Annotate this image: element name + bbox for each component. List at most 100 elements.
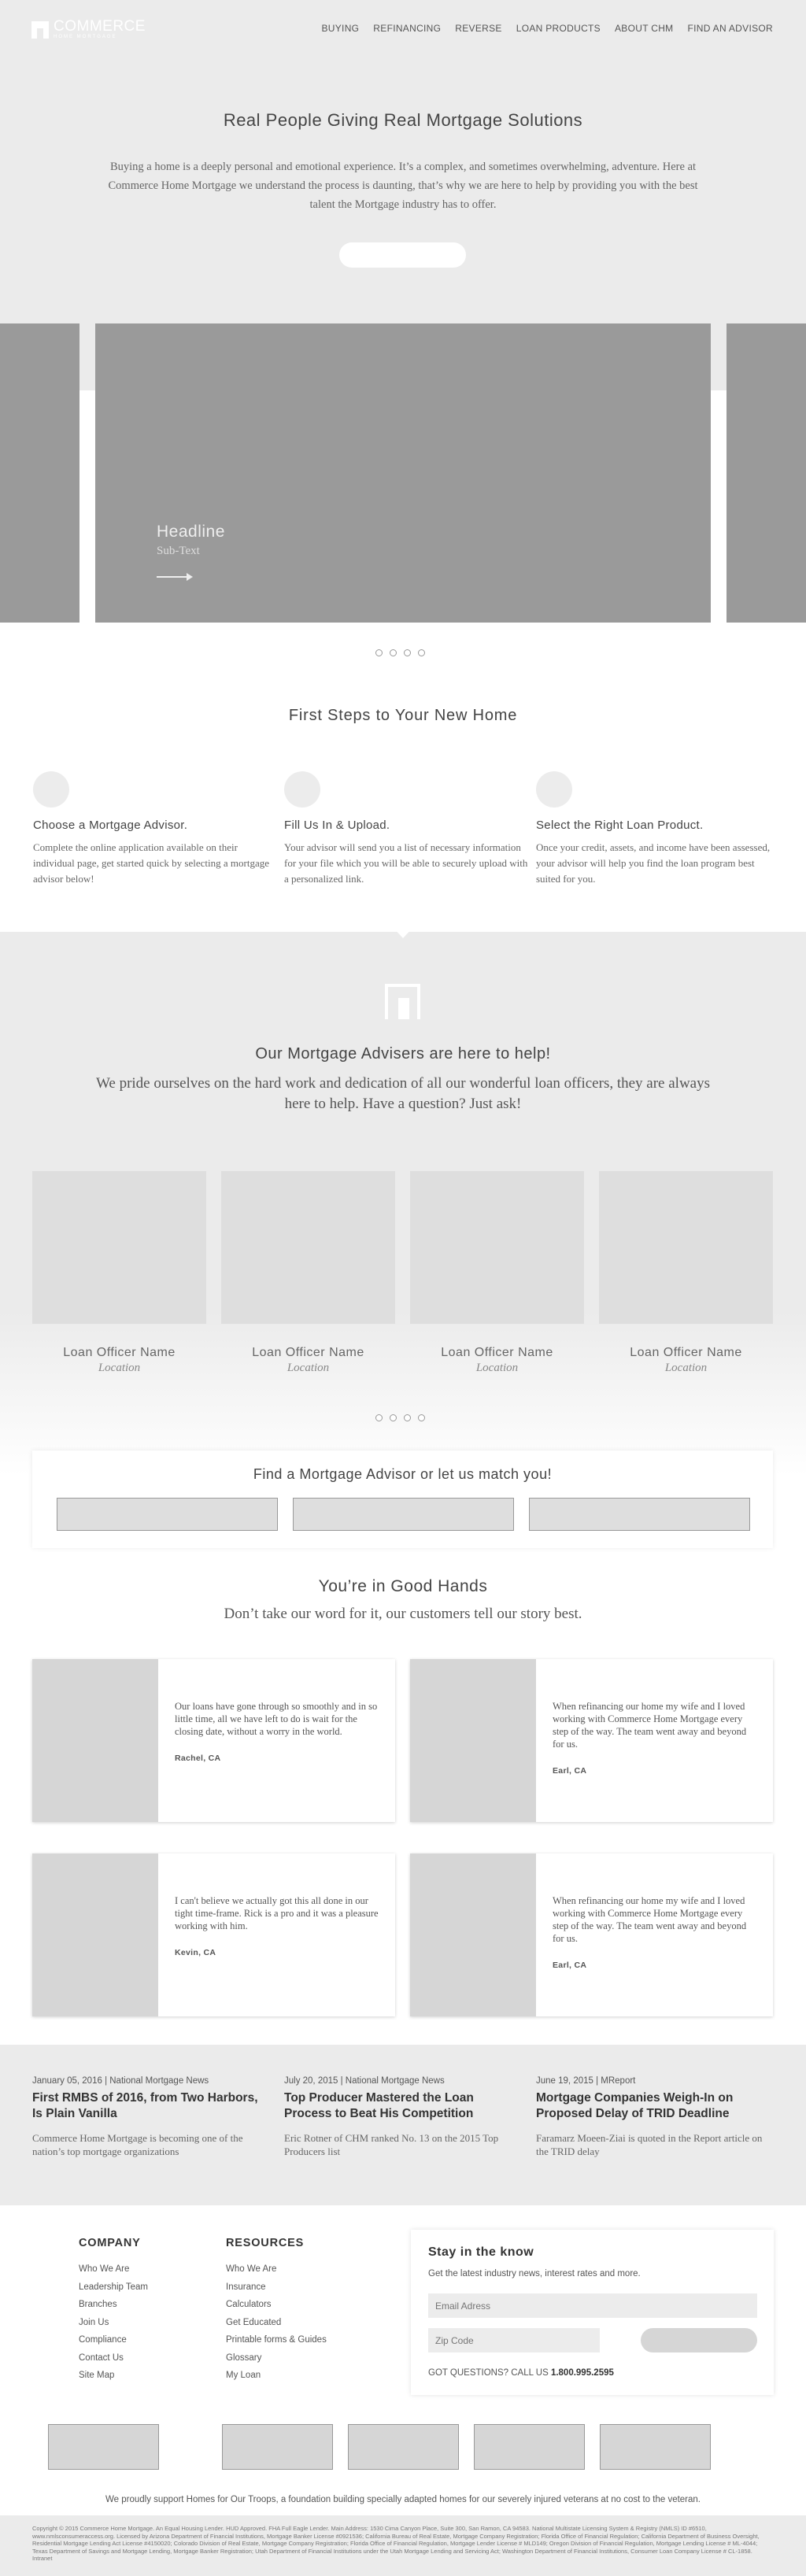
- officer-card[interactable]: Loan Officer Name Location: [221, 1171, 395, 1375]
- newsletter-panel: Stay in the know Get the latest industry…: [411, 2230, 774, 2395]
- nav-buying[interactable]: BUYING: [321, 23, 359, 34]
- nav-about-chm[interactable]: ABOUT CHM: [615, 23, 673, 34]
- contact-label: GOT QUESTIONS? CALL US: [428, 2368, 549, 2378]
- partner-logo[interactable]: [222, 2424, 333, 2470]
- partner-logo[interactable]: [600, 2424, 711, 2470]
- testimonial-author: Rachel, CA: [175, 1754, 221, 1763]
- news-meta: July 20, 2015 | National Mortgage News: [284, 2076, 445, 2086]
- carousel-dot[interactable]: [390, 649, 397, 656]
- home-icon: [385, 984, 420, 1019]
- officer-name: Loan Officer Name: [252, 1346, 364, 1359]
- testimonial-author: Earl, CA: [553, 1961, 587, 1970]
- news-title[interactable]: Top Producer Mastered the Loan Process t…: [284, 2090, 512, 2122]
- officer-location: Location: [287, 1362, 330, 1374]
- match-select-2[interactable]: [293, 1498, 514, 1531]
- footer-link[interactable]: Who We Are: [79, 2260, 148, 2278]
- footer-link[interactable]: Branches: [79, 2296, 148, 2314]
- footer-link[interactable]: Who We Are: [226, 2260, 327, 2278]
- hero-cta-button[interactable]: [339, 242, 466, 268]
- zip-field[interactable]: [428, 2328, 600, 2352]
- step-title: Select the Right Loan Product.: [536, 819, 704, 832]
- news-body: Eric Rotner of CHM ranked No. 13 on the …: [284, 2132, 499, 2157]
- nav-refinancing[interactable]: REFINANCING: [373, 23, 441, 34]
- testimonial-photo: [32, 1659, 158, 1822]
- news-item[interactable]: June 19, 2015 | MReport Mortgage Compani…: [536, 2076, 764, 2158]
- footer-link[interactable]: Insurance: [226, 2278, 327, 2297]
- advisers-body: We pride ourselves on the hard work and …: [95, 1075, 711, 1112]
- footer-link[interactable]: Site Map: [79, 2367, 148, 2385]
- testimonial-card: When refinancing our home my wife and I …: [410, 1659, 773, 1822]
- logo[interactable]: COMMERCE HOME MORTGAGE: [31, 18, 146, 39]
- testimonial-card: Our loans have gone through so smoothly …: [32, 1659, 395, 1822]
- logo-text: COMMERCE: [54, 18, 146, 35]
- newsletter-title: Stay in the know: [428, 2245, 534, 2259]
- newsletter-lead: Get the latest industry news, interest r…: [428, 2269, 641, 2278]
- footer-company: COMPANY Who We Are Leadership Team Branc…: [79, 2237, 148, 2385]
- step-title: Fill Us In & Upload.: [284, 819, 390, 832]
- carousel-dot[interactable]: [418, 649, 425, 656]
- hero-body: Buying a home is a deeply personal and e…: [108, 161, 698, 211]
- news-item[interactable]: January 05, 2016 | National Mortgage New…: [32, 2076, 261, 2158]
- testimonials-title: You’re in Good Hands: [318, 1577, 488, 1595]
- testimonial-quote: Our loans have gone through so smoothly …: [175, 1701, 378, 1737]
- match-title: Find a Mortgage Advisor or let us match …: [253, 1466, 553, 1482]
- match-select-3[interactable]: [529, 1498, 750, 1531]
- footer-link[interactable]: Glossary: [226, 2349, 327, 2367]
- footer-link[interactable]: Calculators: [226, 2296, 327, 2314]
- news-title[interactable]: First RMBS of 2016, from Two Harbors, Is…: [32, 2090, 261, 2122]
- step-body: Once your credit, assets, and income hav…: [536, 841, 771, 885]
- partner-logo[interactable]: [48, 2424, 159, 2470]
- email-field[interactable]: [428, 2293, 757, 2318]
- carousel-dot[interactable]: [375, 1414, 383, 1421]
- footer-link[interactable]: Printable forms & Guides: [226, 2331, 327, 2349]
- footer-resources: RESOURCES Who We Are Insurance Calculato…: [226, 2237, 327, 2385]
- carousel-dot[interactable]: [390, 1414, 397, 1421]
- officer-photo: [410, 1171, 584, 1324]
- testimonial-quote: I can't believe we actually got this all…: [175, 1895, 379, 1931]
- nav-loan-products[interactable]: LOAN PRODUCTS: [516, 23, 601, 34]
- officer-card[interactable]: Loan Officer Name Location: [410, 1171, 584, 1375]
- footer-link[interactable]: Compliance: [79, 2331, 148, 2349]
- footer-link[interactable]: Leadership Team: [79, 2278, 148, 2297]
- carousel-dot[interactable]: [404, 1414, 411, 1421]
- officer-photo: [32, 1171, 206, 1324]
- officer-location: Location: [475, 1362, 519, 1374]
- arrow-right-icon[interactable]: [157, 573, 193, 581]
- partner-logo[interactable]: [348, 2424, 459, 2470]
- hero-title: Real People Giving Real Mortgage Solutio…: [223, 110, 583, 130]
- officer-card[interactable]: Loan Officer Name Location: [599, 1171, 773, 1375]
- footer-link[interactable]: Contact Us: [79, 2349, 148, 2367]
- logo-subtext: HOME MORTGAGE: [54, 35, 117, 39]
- officer-photo: [599, 1171, 773, 1324]
- phone-number[interactable]: 1.800.995.2595: [551, 2368, 614, 2378]
- match-select-1[interactable]: [57, 1498, 278, 1531]
- nav-reverse[interactable]: REVERSE: [455, 23, 501, 34]
- news-item[interactable]: July 20, 2015 | National Mortgage News T…: [284, 2076, 512, 2158]
- footer-link[interactable]: Get Educated: [226, 2314, 327, 2332]
- carousel-slide-prev[interactable]: [0, 323, 79, 623]
- footer-link[interactable]: My Loan: [226, 2367, 327, 2385]
- testimonial-card: When refinancing our home my wife and I …: [410, 1853, 773, 2016]
- slide-subtext: Sub-Text: [157, 545, 200, 557]
- carousel-dot[interactable]: [375, 649, 383, 656]
- steps-title: First Steps to Your New Home: [288, 707, 518, 724]
- officer-card[interactable]: Loan Officer Name Location: [32, 1171, 206, 1375]
- nav-find-advisor[interactable]: FIND AN ADVISOR: [687, 23, 773, 34]
- footer-link[interactable]: Join Us: [79, 2314, 148, 2332]
- partner-logo[interactable]: [474, 2424, 585, 2470]
- news-title[interactable]: Mortgage Companies Weigh-In on Proposed …: [536, 2090, 764, 2122]
- officer-carousel-dots: [375, 1414, 425, 1421]
- contact-line: GOT QUESTIONS? CALL US 1.800.995.2595: [428, 2368, 614, 2378]
- news-meta: June 19, 2015 | MReport: [536, 2076, 636, 2086]
- step-body: Complete the online application availabl…: [33, 841, 269, 885]
- legal-text: Copyright © 2015 Commerce Home Mortgage.…: [32, 2525, 760, 2562]
- carousel-dot[interactable]: [418, 1414, 425, 1421]
- carousel-slide-next[interactable]: [727, 323, 806, 623]
- home-logo-icon: [31, 20, 49, 39]
- carousel-dots: [375, 649, 425, 656]
- subscribe-button[interactable]: [641, 2328, 757, 2352]
- carousel-dot[interactable]: [404, 649, 411, 656]
- step-card: Fill Us In & Upload. Your advisor will s…: [284, 771, 528, 887]
- step-icon: [536, 771, 572, 808]
- step-icon: [284, 771, 320, 808]
